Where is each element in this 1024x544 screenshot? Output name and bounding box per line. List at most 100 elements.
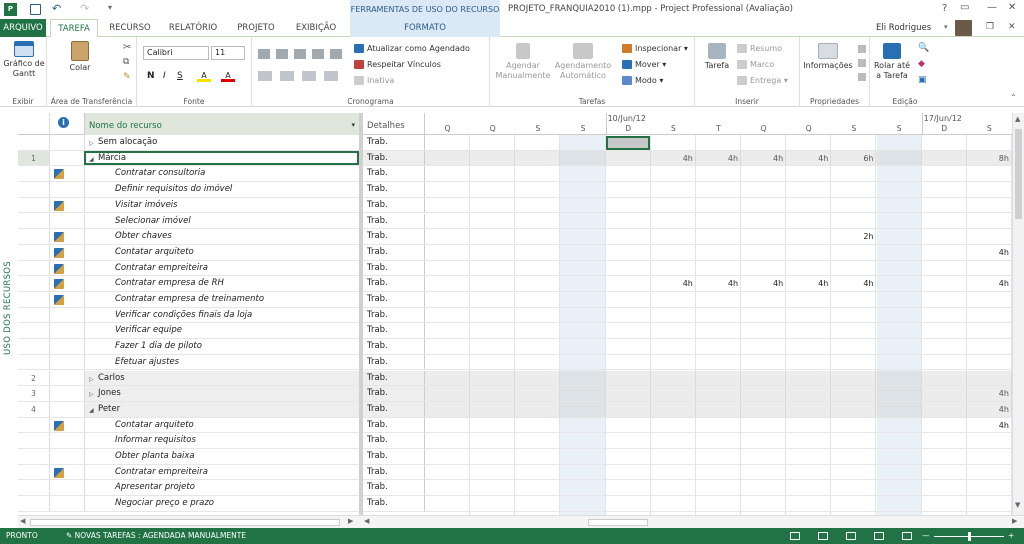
format-painter-icon[interactable]: ✎ xyxy=(123,72,131,82)
gantt-chart-button[interactable]: Gráfico de Gantt xyxy=(2,41,46,79)
resource-name-cell[interactable]: Informar requisitos xyxy=(84,433,359,448)
summary-button[interactable]: Resumo xyxy=(737,43,782,54)
work-value[interactable]: 4h xyxy=(741,151,783,166)
avatar[interactable] xyxy=(955,20,972,36)
work-value[interactable]: 6h xyxy=(831,151,873,166)
resource-name-cell[interactable]: Definir requisitos do imóvel xyxy=(84,182,359,197)
work-value[interactable]: 4h xyxy=(696,276,738,291)
resource-row[interactable]: 4 ◢ Peter xyxy=(18,401,359,418)
resource-row[interactable]: Visitar imóveis xyxy=(18,197,359,214)
resource-name-cell[interactable]: Contratar empresa de treinamento xyxy=(84,292,359,307)
resource-name-cell[interactable]: Obter chaves xyxy=(84,229,359,244)
work-value[interactable]: 4h xyxy=(967,276,1009,291)
resource-row[interactable]: Apresentar projeto xyxy=(18,480,359,497)
task-usage-shortcut-icon[interactable] xyxy=(818,532,828,540)
paste-button[interactable]: Colar xyxy=(63,41,97,73)
work-value[interactable]: 4h xyxy=(967,418,1009,433)
font-color-icon[interactable]: A xyxy=(221,71,235,82)
resource-row[interactable]: Fazer 1 dia de piloto xyxy=(18,339,359,355)
add-timeline-icon[interactable] xyxy=(858,73,866,81)
select-all-corner[interactable] xyxy=(18,113,50,135)
percent-complete-icons[interactable] xyxy=(258,49,346,59)
resource-name-cell[interactable]: Selecionar imóvel xyxy=(84,213,359,229)
grid-hscroll-right-icon[interactable]: ▶ xyxy=(348,517,353,525)
resource-row[interactable]: Contratar empreiteira xyxy=(18,260,359,277)
resource-row[interactable]: Efetuar ajustes xyxy=(18,354,359,371)
resource-sheet-shortcut-icon[interactable] xyxy=(874,532,884,540)
selected-cell[interactable] xyxy=(605,136,650,150)
inactive-button[interactable]: Inativa xyxy=(354,75,394,86)
highlight-icon[interactable]: A xyxy=(197,71,211,82)
new-tasks-mode[interactable]: ✎ NOVAS TAREFAS : AGENDADA MANUALMENTE xyxy=(66,528,246,544)
grid-hscroll-thumb[interactable] xyxy=(30,519,340,526)
fill-icon[interactable]: ▣ xyxy=(918,75,927,85)
resource-row[interactable]: Contratar empresa de treinamento xyxy=(18,292,359,308)
column-filter-icon[interactable]: ▾ xyxy=(351,121,355,129)
resource-row[interactable]: Verificar equipe xyxy=(18,323,359,340)
copy-icon[interactable]: ⧉ xyxy=(123,57,129,67)
work-value[interactable]: 4h xyxy=(786,276,828,291)
find-icon[interactable]: 🔍 xyxy=(918,43,929,53)
gantt-view-shortcut-icon[interactable] xyxy=(790,532,800,540)
resource-row[interactable]: ▷ Sem alocação xyxy=(18,135,359,151)
expand-icon[interactable]: ▷ xyxy=(89,136,94,151)
save-icon[interactable] xyxy=(30,4,41,15)
quick-access-menu-icon[interactable]: ▾ xyxy=(108,3,112,12)
resource-row[interactable]: Selecionar imóvel xyxy=(18,213,359,230)
work-value[interactable]: 4h xyxy=(967,386,1009,401)
respect-links-button[interactable]: Respeitar Vínculos xyxy=(354,59,441,70)
resource-row[interactable]: Contratar empresa de RH xyxy=(18,276,359,292)
font-name-select[interactable]: Calibri xyxy=(143,46,209,60)
resource-row[interactable]: Verificar condições finais da loja xyxy=(18,307,359,324)
resource-row[interactable]: Negociar preço e prazo xyxy=(18,496,359,512)
resource-row[interactable]: Contatar arquiteto xyxy=(18,417,359,434)
restore-icon[interactable]: ❐ xyxy=(986,22,994,32)
details-icon[interactable] xyxy=(858,59,866,67)
collapse-ribbon-icon[interactable]: ⌃ xyxy=(1010,93,1017,102)
resource-name-cell[interactable]: Contratar empreiteira xyxy=(84,260,359,276)
deliverable-button[interactable]: Entrega ▾ xyxy=(737,75,788,86)
undo-icon[interactable]: ↶ xyxy=(52,2,61,15)
manual-schedule-button[interactable]: Agendar Manualmente xyxy=(494,43,552,81)
work-value[interactable]: 4h xyxy=(967,402,1009,417)
tab-tarefa[interactable]: TAREFA xyxy=(50,19,98,38)
inspect-button[interactable]: Inspecionar ▾ xyxy=(622,43,688,54)
resource-name-cell[interactable]: ◢ Márcia xyxy=(84,150,359,167)
underline-button[interactable]: S xyxy=(177,71,183,81)
help-button[interactable]: ? xyxy=(942,3,947,14)
resource-name-cell[interactable]: Efetuar ajustes xyxy=(84,354,359,370)
resource-row[interactable]: Definir requisitos do imóvel xyxy=(18,182,359,198)
team-planner-shortcut-icon[interactable] xyxy=(846,532,856,540)
zoom-in-icon[interactable]: + xyxy=(1008,528,1014,544)
update-schedule-button[interactable]: Atualizar como Agendado xyxy=(354,43,470,54)
expand-icon[interactable]: ▷ xyxy=(89,372,94,387)
vertical-scroll-thumb[interactable] xyxy=(1015,129,1022,219)
resource-row[interactable]: Informar requisitos xyxy=(18,433,359,449)
information-button[interactable]: Informações xyxy=(800,43,856,71)
user-name[interactable]: Eli Rodrigues xyxy=(876,23,931,33)
tab-projeto[interactable]: PROJETO xyxy=(230,19,282,37)
notes-icon[interactable] xyxy=(858,45,866,53)
work-value[interactable]: 4h xyxy=(831,276,873,291)
resource-name-cell[interactable]: ▷ Sem alocação xyxy=(84,135,359,150)
tab-exibicao[interactable]: EXIBIÇÃO xyxy=(288,19,344,37)
collapse-icon[interactable]: ◢ xyxy=(89,152,94,167)
resource-name-cell[interactable]: Visitar imóveis xyxy=(84,197,359,213)
work-value[interactable]: 8h xyxy=(967,151,1009,166)
resource-name-cell[interactable]: Contatar arquiteto xyxy=(84,417,359,433)
resource-name-cell[interactable]: Contratar empreiteira xyxy=(84,464,359,480)
zoom-out-icon[interactable]: — xyxy=(922,528,930,544)
resource-name-cell[interactable]: Negociar preço e prazo xyxy=(84,496,359,511)
resource-row[interactable]: Contratar consultoria xyxy=(18,166,359,183)
redo-icon[interactable]: ↷ xyxy=(80,2,89,15)
resource-row[interactable]: Obter planta baixa xyxy=(18,449,359,465)
resource-row[interactable]: 1 ◢ Márcia xyxy=(18,150,359,167)
resource-name-cell[interactable]: Obter planta baixa xyxy=(84,449,359,464)
resource-name-cell[interactable]: ▷ Carlos xyxy=(84,370,359,387)
scroll-up-icon[interactable]: ▲ xyxy=(1015,115,1020,123)
zoom-slider-thumb[interactable] xyxy=(968,532,971,541)
mode-button[interactable]: Modo ▾ xyxy=(622,75,663,86)
work-value[interactable]: 4h xyxy=(651,276,693,291)
clear-icon[interactable]: ◆ xyxy=(918,59,925,69)
work-value[interactable]: 4h xyxy=(786,151,828,166)
